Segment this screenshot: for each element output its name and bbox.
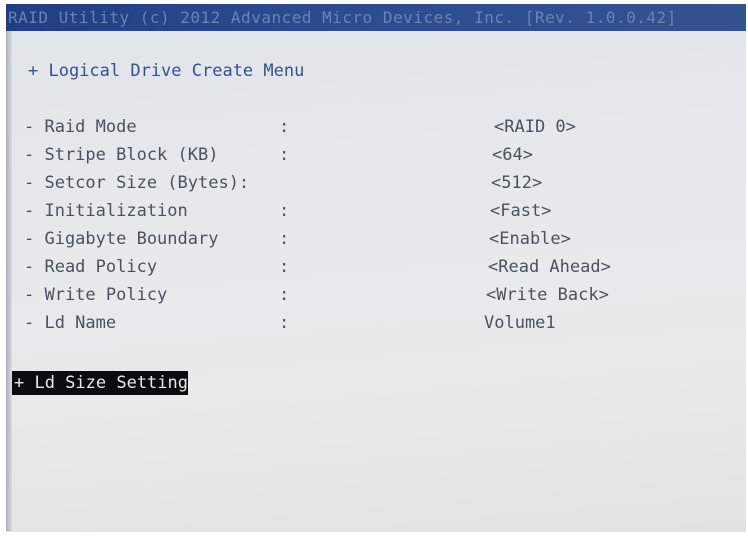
field-value[interactable]: <512> — [491, 173, 542, 193]
field-value[interactable]: Volume1 — [484, 313, 556, 333]
field-colon: : — [279, 201, 290, 221]
field-colon: : — [279, 229, 290, 249]
field-value[interactable]: <Fast> — [490, 201, 551, 221]
title-bar: RAID Utility (c) 2012 Advanced Micro Dev… — [6, 4, 746, 31]
field-colon: : — [279, 145, 290, 165]
field-label: - Read Policy — [24, 257, 158, 277]
screen: RAID Utility (c) 2012 Advanced Micro Dev… — [0, 0, 748, 537]
field-label: - Raid Mode — [24, 117, 137, 137]
field-value[interactable]: <Read Ahead> — [488, 257, 611, 277]
field-value[interactable]: <Enable> — [489, 229, 571, 249]
field-value[interactable]: <64> — [492, 145, 533, 165]
field-colon: : — [279, 285, 290, 305]
title-text: RAID Utility (c) 2012 Advanced Micro Dev… — [8, 8, 677, 27]
screen-bezel-shadow — [6, 31, 12, 531]
field-value[interactable]: <Write Back> — [486, 285, 609, 305]
field-label: - Initialization — [24, 201, 188, 221]
bios-screen: RAID Utility (c) 2012 Advanced Micro Dev… — [6, 4, 746, 532]
field-label: - Write Policy — [24, 285, 168, 305]
field-colon: : — [279, 117, 290, 137]
menu-title: + Logical Drive Create Menu — [28, 61, 305, 81]
field-label: - Stripe Block (KB) — [24, 145, 219, 165]
field-colon: : — [279, 313, 290, 333]
field-label: - Setcor Size (Bytes): — [24, 173, 250, 193]
field-label: - Ld Name — [24, 313, 117, 333]
field-value[interactable]: <RAID 0> — [494, 117, 576, 137]
ld-size-setting-item[interactable]: + Ld Size Setting — [12, 371, 188, 395]
field-label: - Gigabyte Boundary — [24, 229, 219, 249]
field-colon: : — [279, 257, 290, 277]
